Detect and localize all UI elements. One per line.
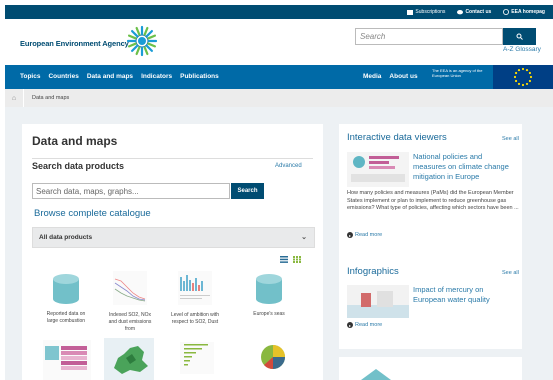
nav-data-and-maps[interactable]: Data and maps [87,73,133,80]
az-glossary-link[interactable]: A-Z Glossary [503,46,541,53]
hbar-chart-thumbnail [180,342,214,374]
line-chart-thumbnail [113,271,147,305]
globe-icon [503,9,510,15]
product-item[interactable]: Indexed SO2, NOx and dust emissions from [105,271,155,333]
subscriptions-icon [407,9,414,15]
product-item[interactable] [172,342,222,377]
interactive-viewers-heading[interactable]: Interactive data viewers [347,132,447,143]
subscriptions-link[interactable]: Subscriptions [407,9,445,15]
homepage-link[interactable]: EEA homepag [503,9,545,15]
breadcrumb: ⌂ Data and maps [5,89,553,107]
chevron-right-icon: ▸ [347,232,353,238]
next-section-card [339,357,522,380]
products-search-input[interactable]: Search data, maps, graphs... [32,183,230,199]
product-item[interactable]: Reported data on large combustion [41,274,91,325]
eu-flag[interactable] [493,65,553,89]
see-all-link[interactable]: See all [502,136,519,142]
breadcrumb-divider [23,89,24,107]
title-divider [32,158,313,159]
advanced-search-link[interactable]: Advanced [275,163,302,169]
infographics-heading[interactable]: Infographics [347,266,399,277]
search-icon [516,33,523,40]
product-item[interactable] [104,338,154,380]
read-more-link[interactable]: ▸ Read more [347,322,382,328]
browse-catalogue-link[interactable]: Browse complete catalogue [34,208,151,219]
search-products-heading: Search data products [32,161,125,171]
accordion-label: All data products [39,234,93,241]
header-search-input[interactable]: Search [355,28,503,45]
read-more-label: Read more [355,322,383,328]
nav-topics[interactable]: Topics [20,73,40,80]
nav-countries[interactable]: Countries [48,73,78,80]
products-search-button[interactable]: Search [231,183,264,199]
main-nav: Topics Countries Data and maps Indicator… [5,65,553,89]
eu-agency-text: The EEA is an agency of the European Uni… [432,68,483,78]
subscriptions-label: Subscriptions [415,9,446,15]
product-label: Reported data on large combustion [46,311,86,324]
product-item[interactable] [248,343,298,374]
chevron-down-icon: ⌄ [301,234,307,241]
viewer-item-description: How many policies and measures (PaMs) di… [347,190,519,211]
grid-view-icon[interactable] [293,256,301,263]
infographic-item-title[interactable]: Impact of mercury on European water qual… [413,285,517,305]
home-icon[interactable]: ⌂ [5,95,23,102]
pie-chart-thumbnail [261,345,285,370]
chat-icon [457,9,464,14]
header-search-button[interactable] [503,28,536,45]
site-header: European Environment Agency Search A-Z G… [5,19,553,65]
breadcrumb-current: Data and maps [32,95,70,101]
product-label: Level of ambition with respect to SO2, D… [170,312,220,325]
bar-chart-thumbnail [178,271,212,305]
eea-logo-icon[interactable] [126,25,158,57]
page-title: Data and maps [32,134,118,148]
nav-indicators[interactable]: Indicators [141,73,172,80]
product-item[interactable]: Europe's seas [244,274,294,318]
viewer-thumbnail[interactable] [347,152,409,187]
contact-label: Contact us [465,9,492,15]
view-toggle [280,256,301,263]
europe-map-thumbnail [104,338,154,380]
nav-publications[interactable]: Publications [180,73,219,80]
contact-link[interactable]: Contact us [457,9,491,15]
product-item[interactable] [42,340,92,380]
cube-icon [361,369,391,380]
read-more-link[interactable]: ▸ Read more [347,232,382,238]
product-label: Indexed SO2, NOx and dust emissions from [108,312,152,332]
eu-stars-icon [513,67,533,87]
infographic-thumbnail[interactable] [347,285,409,318]
data-and-maps-card: Data and maps Search data products Advan… [22,124,323,380]
chevron-right-icon: ▸ [347,322,353,328]
product-item[interactable]: Level of ambition with respect to SO2, D… [170,271,220,326]
top-utility-bar: Subscriptions Contact us EEA homepag [5,5,553,19]
homepage-label: EEA homepag [511,9,545,15]
nav-media[interactable]: Media [363,73,381,80]
viewer-item-title[interactable]: National policies and measures on climat… [413,152,517,182]
database-icon [53,274,79,304]
heatmap-thumbnail [43,340,91,380]
product-label: Europe's seas [253,311,285,317]
agency-name[interactable]: European Environment Agency [20,39,129,48]
nav-about-us[interactable]: About us [389,73,417,80]
all-data-products-accordion[interactable]: All data products ⌄ [32,227,315,248]
database-icon [256,274,282,304]
see-all-link[interactable]: See all [502,270,519,276]
infographics-card: Infographics See all Impact of mercury o… [339,258,522,340]
header-search: Search [355,28,536,45]
read-more-label: Read more [355,232,383,238]
list-view-icon[interactable] [280,256,288,263]
